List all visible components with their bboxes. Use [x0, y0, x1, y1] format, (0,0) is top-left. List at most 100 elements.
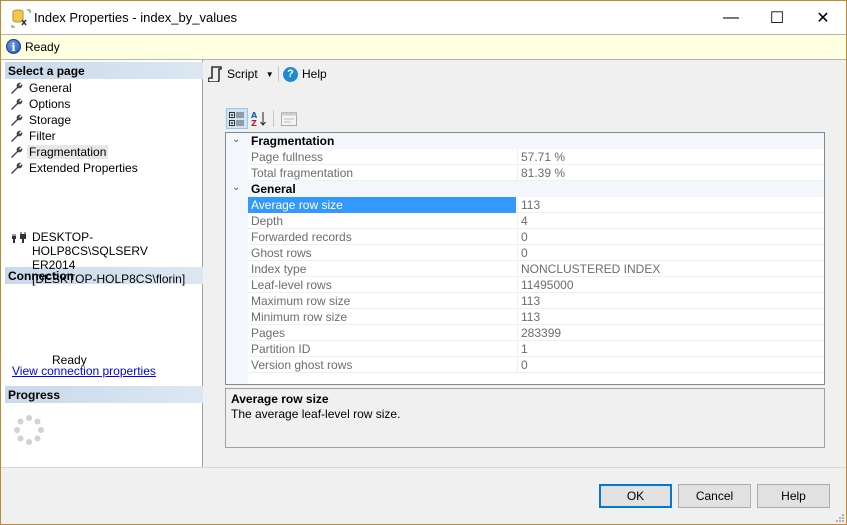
- description-text: The average leaf-level row size.: [231, 407, 401, 421]
- description-title: Average row size: [231, 392, 329, 406]
- connection-server: DESKTOP-HOLP8CS\SQLSERV: [32, 230, 148, 258]
- property-row[interactable]: Page fullness 57.71 %: [248, 149, 824, 165]
- window-title: Index Properties - index_by_values: [34, 10, 238, 25]
- grid-toolbar-separator: [273, 110, 274, 127]
- property-row[interactable]: Minimum row size 113: [248, 309, 824, 325]
- property-name[interactable]: Ghost rows: [248, 245, 516, 261]
- property-value[interactable]: 113: [517, 293, 824, 309]
- property-value[interactable]: NONCLUSTERED INDEX: [517, 261, 824, 277]
- description-panel: Average row size The average leaf-level …: [225, 388, 825, 448]
- left-pane: Select a page General Options Storage Fi…: [1, 60, 203, 467]
- property-value[interactable]: 113: [517, 197, 824, 213]
- property-pages-button[interactable]: [278, 108, 300, 129]
- progress-status: Ready: [52, 353, 87, 367]
- property-name[interactable]: Average row size: [248, 197, 516, 213]
- property-name[interactable]: Partition ID: [248, 341, 516, 357]
- property-value[interactable]: 0: [517, 245, 824, 261]
- property-row[interactable]: Ghost rows 0: [248, 245, 824, 261]
- select-a-page-header: Select a page: [5, 62, 203, 79]
- page-item-general[interactable]: General: [9, 80, 72, 96]
- property-value[interactable]: 81.39 %: [517, 165, 824, 181]
- property-row[interactable]: Pages 283399: [248, 325, 824, 341]
- categorized-view-button[interactable]: [226, 108, 248, 129]
- chevron-down-icon[interactable]: ⌄: [232, 182, 242, 194]
- property-value[interactable]: 57.71 %: [517, 149, 824, 165]
- page-item-label: Extended Properties: [29, 161, 138, 175]
- property-name[interactable]: Index type: [248, 261, 516, 277]
- chevron-down-icon[interactable]: ⌄: [232, 134, 242, 146]
- resize-grip-icon[interactable]: [834, 512, 844, 522]
- property-name[interactable]: Leaf-level rows: [248, 277, 516, 293]
- property-row[interactable]: Version ghost rows 0: [248, 357, 824, 373]
- page-item-storage[interactable]: Storage: [9, 112, 71, 128]
- minimize-icon: —: [723, 8, 739, 26]
- progress-header: Progress: [5, 386, 203, 403]
- property-row[interactable]: Index type NONCLUSTERED INDEX: [248, 261, 824, 277]
- wrench-icon: [11, 98, 23, 110]
- property-row[interactable]: Total fragmentation 81.39 %: [248, 165, 824, 181]
- property-value[interactable]: 0: [517, 357, 824, 373]
- maximize-button[interactable]: ☐: [754, 1, 800, 34]
- page-item-options[interactable]: Options: [9, 96, 70, 112]
- info-icon: i: [6, 39, 21, 54]
- category-row[interactable]: ⌄ General: [226, 181, 824, 197]
- script-dropdown-icon[interactable]: ▼: [266, 70, 274, 79]
- property-value[interactable]: 0: [517, 229, 824, 245]
- property-value[interactable]: 113: [517, 309, 824, 325]
- property-name[interactable]: Page fullness: [248, 149, 516, 165]
- cancel-button[interactable]: Cancel: [678, 484, 751, 508]
- page-item-label: Storage: [29, 113, 72, 127]
- svg-text:Z: Z: [251, 119, 257, 127]
- property-row[interactable]: Leaf-level rows 11495000: [248, 277, 824, 293]
- property-value[interactable]: 4: [517, 213, 824, 229]
- property-value[interactable]: 1: [517, 341, 824, 357]
- connection-info: DESKTOP-HOLP8CS\SQLSERV ER2014 [DESKTOP-…: [32, 230, 197, 286]
- property-name[interactable]: Depth: [248, 213, 516, 229]
- ok-button[interactable]: OK: [599, 484, 672, 508]
- property-row[interactable]: Average row size 113: [248, 197, 824, 213]
- help-toolbar-button[interactable]: ? Help: [283, 65, 327, 83]
- status-bar: i Ready: [1, 34, 846, 60]
- status-text: Ready: [25, 40, 60, 54]
- property-grid[interactable]: ⌄ Fragmentation Page fullness 57.71 % Total …: [225, 132, 825, 385]
- property-row[interactable]: Maximum row size 113: [248, 293, 824, 309]
- property-name[interactable]: Total fragmentation: [248, 165, 516, 181]
- index-properties-icon: [11, 9, 31, 28]
- help-label: Help: [302, 67, 327, 81]
- property-name[interactable]: Minimum row size: [248, 309, 516, 325]
- page-item-label: Fragmentation: [27, 145, 109, 159]
- page-item-fragmentation[interactable]: Fragmentation: [9, 144, 109, 160]
- property-value[interactable]: 11495000: [517, 277, 824, 293]
- alphabetical-view-button[interactable]: A Z: [249, 108, 271, 129]
- connection-server-cont: ER2014: [32, 258, 76, 272]
- connection-plug-icon: [12, 232, 26, 243]
- right-pane: Script ▼ ? Help A Z ⌄ Fragmentation Page…: [204, 60, 846, 467]
- help-button[interactable]: Help: [757, 484, 830, 508]
- close-icon: ✕: [816, 9, 830, 27]
- index-properties-dialog: Index Properties - index_by_values — ☐ ✕…: [0, 0, 847, 525]
- page-item-filter[interactable]: Filter: [9, 128, 56, 144]
- script-button[interactable]: Script ▼: [208, 65, 274, 83]
- property-value[interactable]: 283399: [517, 325, 824, 341]
- grid-gutter: [226, 133, 248, 384]
- property-name[interactable]: Forwarded records: [248, 229, 516, 245]
- property-name[interactable]: Version ghost rows: [248, 357, 516, 373]
- category-label: General: [251, 182, 296, 196]
- property-row[interactable]: Partition ID 1: [248, 341, 824, 357]
- sort-az-icon: A Z: [251, 111, 266, 127]
- minimize-button[interactable]: —: [708, 1, 754, 34]
- property-name[interactable]: Pages: [248, 325, 516, 341]
- close-button[interactable]: ✕: [800, 1, 846, 34]
- category-row[interactable]: ⌄ Fragmentation: [226, 133, 824, 149]
- page-item-extended-properties[interactable]: Extended Properties: [9, 160, 138, 176]
- page-item-label: Filter: [29, 129, 56, 143]
- property-name[interactable]: Maximum row size: [248, 293, 516, 309]
- page-item-label: Options: [29, 97, 71, 111]
- property-row[interactable]: Forwarded records 0: [248, 229, 824, 245]
- script-label: Script: [227, 67, 258, 81]
- help-icon: ?: [283, 66, 298, 82]
- wrench-icon: [11, 114, 23, 126]
- wrench-icon: [11, 162, 23, 174]
- property-row[interactable]: Depth 4: [248, 213, 824, 229]
- toolbar-separator: [278, 66, 279, 82]
